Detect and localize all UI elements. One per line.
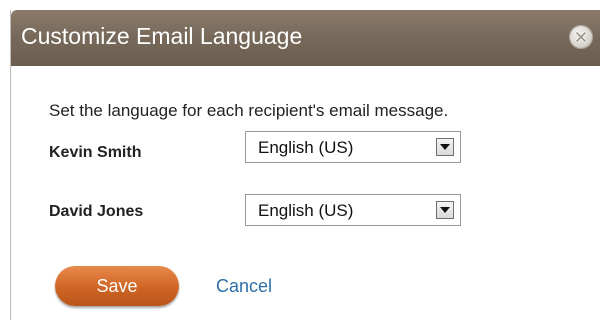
close-icon: [575, 31, 587, 43]
dialog-title: Customize Email Language: [21, 23, 303, 49]
language-select-kevin-smith[interactable]: English (US): [245, 131, 461, 163]
instruction-text: Set the language for each recipient's em…: [49, 101, 449, 120]
cancel-link[interactable]: Cancel: [216, 275, 272, 297]
language-select-value: English (US): [258, 201, 354, 220]
save-button[interactable]: Save: [55, 266, 179, 306]
dialog-titlebar: Customize Email Language: [11, 10, 600, 66]
language-select-value: English (US): [258, 138, 354, 157]
language-select-david-jones[interactable]: English (US): [245, 194, 461, 226]
chevron-down-icon: [440, 207, 450, 213]
dropdown-arrow-button[interactable]: [436, 138, 454, 156]
recipient-name: David Jones: [49, 203, 144, 220]
chevron-down-icon: [440, 144, 450, 150]
customize-email-language-dialog: Customize Email Language Set the languag…: [10, 10, 600, 320]
recipient-name: Kevin Smith: [49, 144, 142, 161]
dropdown-arrow-button[interactable]: [436, 201, 454, 219]
close-button[interactable]: [569, 25, 593, 49]
